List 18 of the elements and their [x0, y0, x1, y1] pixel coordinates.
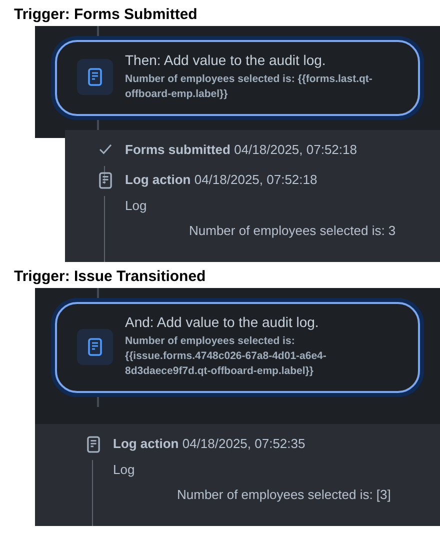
checkmark-icon	[98, 144, 112, 155]
log-message: Number of employees selected is: [3]	[176, 487, 392, 502]
document-icon	[88, 338, 102, 356]
section-title: Trigger: Forms Submitted	[13, 5, 198, 25]
document-icon	[86, 436, 100, 453]
event-heading: Log action 04/18/2025, 07:52:35	[113, 435, 306, 453]
section-title: Trigger: Issue Transitioned	[13, 267, 207, 287]
log-message: Number of employees selected is: 3	[188, 223, 397, 238]
action-detail: Number of employees selected is: {{issue.forms.4748c026-67a8-4d01-a6e4-8d3daece9f7d.qt-offboard-emp.label}}	[125, 334, 328, 379]
log-label: Log	[125, 198, 148, 213]
action-detail: Number of employees selected is: {{forms.last.qt-offboard-emp.label}}	[125, 72, 374, 102]
action-title: And: Add value to the audit log.	[125, 314, 320, 330]
document-icon	[88, 68, 102, 86]
event-heading: Forms submitted 04/18/2025, 07:52:18	[125, 141, 358, 159]
document-icon	[98, 172, 112, 189]
event-heading: Log action 04/18/2025, 07:52:18	[125, 171, 318, 189]
action-title: Then: Add value to the audit log.	[125, 52, 327, 68]
log-label: Log	[113, 462, 136, 477]
